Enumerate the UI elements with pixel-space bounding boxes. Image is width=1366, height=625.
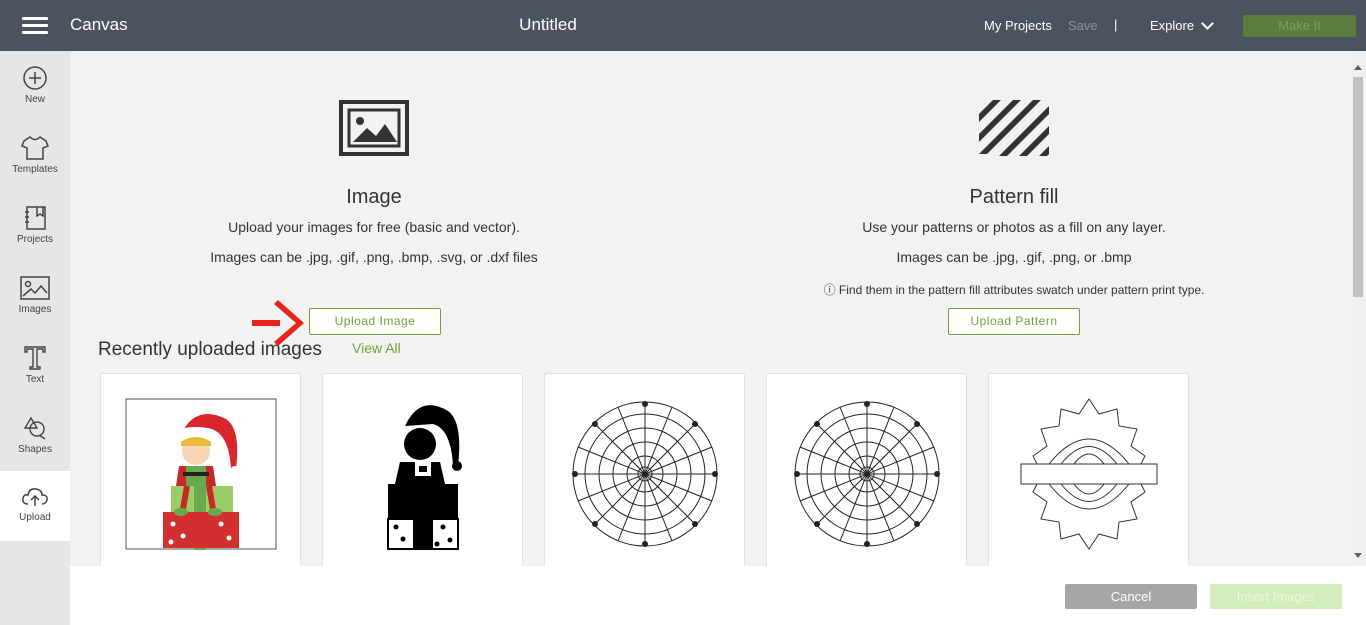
explore-menu[interactable]: Explore	[1150, 18, 1194, 33]
recent-image-thumbnail[interactable]	[322, 373, 523, 566]
save-link[interactable]: Save	[1068, 18, 1098, 33]
notebook-icon	[25, 206, 46, 230]
striped-pattern-icon	[979, 100, 1049, 156]
top-bar: Canvas Untitled My Projects Save | Explo…	[0, 0, 1366, 51]
image-section-formats: Images can be .jpg, .gif, .png, .bmp, .s…	[210, 249, 538, 265]
document-title[interactable]: Untitled	[0, 15, 1096, 35]
sidebar-item-projects[interactable]: Projects	[0, 191, 70, 261]
recent-image-thumbnail[interactable]	[766, 373, 967, 566]
pattern-section-title: Pattern fill	[969, 186, 1059, 208]
footer-bar: Cancel Insert Images	[70, 566, 1366, 625]
pattern-section-description: Use your patterns or photos as a fill on…	[862, 219, 1166, 235]
sidebar-item-label: Text	[25, 374, 45, 385]
recent-image-thumbnail[interactable]	[988, 373, 1189, 566]
sidebar-item-label: Templates	[12, 164, 58, 175]
image-icon	[339, 100, 409, 156]
sidebar-item-label: Upload	[19, 512, 51, 523]
elf-on-gift-color-thumbnail	[125, 398, 277, 550]
scroll-down-arrow-icon[interactable]	[1354, 553, 1362, 558]
sidebar-item-templates[interactable]: Templates	[0, 121, 70, 191]
tshirt-icon	[21, 136, 49, 160]
plus-circle-icon	[23, 66, 47, 90]
sidebar-item-text[interactable]: Text	[0, 331, 70, 401]
shapes-icon	[23, 416, 46, 440]
elf-on-gift-silhouette-thumbnail	[387, 405, 462, 550]
sidebar-item-label: Images	[18, 304, 52, 315]
upload-pattern-button[interactable]: Upload Pattern	[948, 308, 1080, 335]
sidebar-item-images[interactable]: Images	[0, 261, 70, 331]
upload-panel: Image Upload your images for free (basic…	[70, 51, 1350, 566]
red-arrow-icon	[252, 300, 304, 346]
left-sidebar: New Templates Projects Images Text Shape…	[0, 51, 70, 625]
text-t-icon	[24, 346, 46, 370]
image-section-description: Upload your images for free (basic and v…	[228, 219, 520, 235]
cancel-button[interactable]: Cancel	[1065, 584, 1197, 609]
pattern-section-formats: Images can be .jpg, .gif, .png, or .bmp	[896, 249, 1132, 265]
upload-image-button[interactable]: Upload Image	[309, 308, 441, 335]
make-it-button[interactable]: Make It	[1243, 15, 1356, 37]
image-icon	[20, 276, 50, 300]
recent-image-thumbnail[interactable]	[100, 373, 301, 566]
scroll-up-arrow-icon[interactable]	[1354, 65, 1362, 70]
floral-mandala-thumbnail	[794, 401, 940, 547]
sidebar-item-upload[interactable]: Upload	[0, 471, 70, 541]
sidebar-item-label: Shapes	[18, 444, 52, 455]
cloud-upload-icon	[22, 488, 48, 506]
insert-images-button[interactable]: Insert Images	[1210, 584, 1342, 609]
sidebar-item-label: Projects	[16, 234, 54, 245]
nav-divider: |	[1114, 17, 1118, 32]
sidebar-item-shapes[interactable]: Shapes	[0, 401, 70, 471]
image-section-title: Image	[346, 186, 402, 208]
split-mandala-thumbnail	[1020, 398, 1158, 550]
pattern-section-note: ⓘ Find them in the pattern fill attribut…	[823, 283, 1205, 297]
recent-image-thumbnail[interactable]	[544, 373, 745, 566]
my-projects-link[interactable]: My Projects	[984, 18, 1052, 33]
vertical-scrollbar[interactable]	[1350, 51, 1366, 566]
view-all-link[interactable]: View All	[352, 340, 401, 356]
chevron-down-icon[interactable]	[1201, 17, 1214, 30]
sidebar-item-label: New	[24, 94, 45, 105]
scroll-thumb[interactable]	[1353, 77, 1363, 297]
sidebar-item-new[interactable]: New	[0, 51, 70, 121]
floral-mandala-thumbnail	[572, 401, 718, 547]
